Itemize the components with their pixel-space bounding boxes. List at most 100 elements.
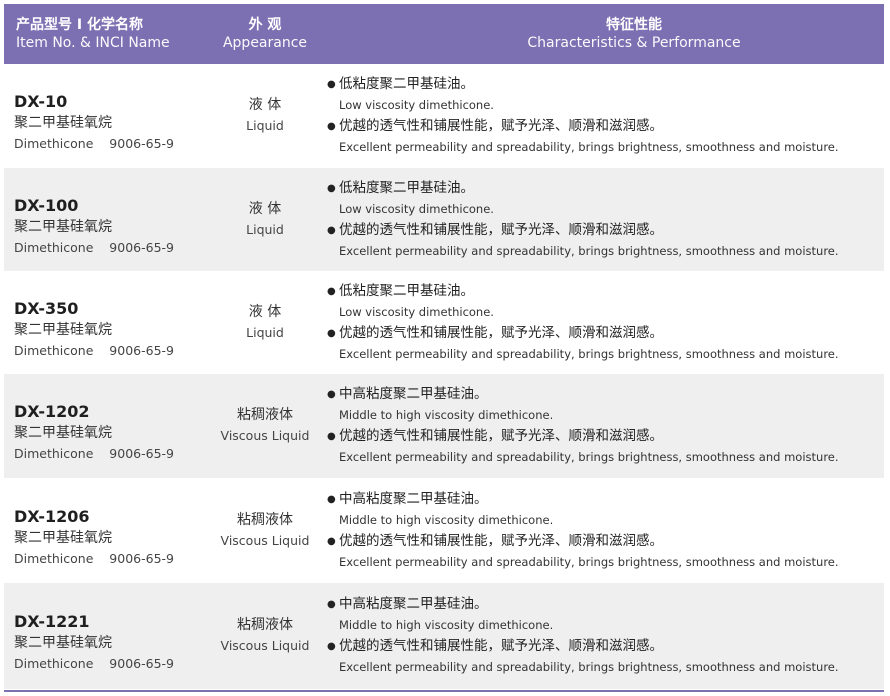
feature-line: Middle to high viscosity dimethicone. xyxy=(327,616,879,637)
characteristics-cell: ● 低粘度聚二甲基硅油。 Low viscosity dimethicone. … xyxy=(327,179,879,263)
bullet-icon: ● xyxy=(327,182,336,194)
feature-line: Excellent permeability and spreadability… xyxy=(327,553,879,574)
inci-name-cas: Dimethicone 9006-65-9 xyxy=(14,656,174,671)
feature-line: Low viscosity dimethicone. xyxy=(327,303,879,324)
product-code: DX-350 xyxy=(14,298,79,318)
feature-1-zh: 中高粘度聚二甲基硅油。 xyxy=(339,386,488,402)
appearance-en: Viscous Liquid xyxy=(220,532,310,548)
feature-1-zh: 中高粘度聚二甲基硅油。 xyxy=(339,596,488,612)
appearance-en: Liquid xyxy=(246,221,284,237)
feature-2-en: Excellent permeability and spreadability… xyxy=(339,243,839,258)
feature-line: ● 优越的透气性和铺展性能，赋予光泽、顺滑和滋润感。 xyxy=(327,324,879,345)
feature-1-zh: 低粘度聚二甲基硅油。 xyxy=(339,282,474,299)
feature-1-zh: 低粘度聚二甲基硅油。 xyxy=(339,179,474,196)
table-row: DX-350 聚二甲基硅氧烷 Dimethicone 9006-65-9 液 体… xyxy=(4,271,884,374)
feature-line: ● 低粘度聚二甲基硅油。 xyxy=(327,179,879,200)
header-characteristics-zh: 特征性能 xyxy=(606,17,662,33)
table-header: 产品型号 I 化学名称 Item No. & INCI Name 外 观 App… xyxy=(4,4,884,64)
appearance-cell: 粘稠液体 Viscous Liquid xyxy=(210,511,320,549)
feature-line: ● 优越的透气性和铺展性能，赋予光泽、顺滑和滋润感。 xyxy=(327,532,879,553)
chemical-name-zh: 聚二甲基硅氧烷 xyxy=(14,425,112,441)
product-code: DX-10 xyxy=(14,92,68,111)
feature-2-en: Excellent permeability and spreadability… xyxy=(339,346,839,361)
feature-line: Middle to high viscosity dimethicone. xyxy=(327,511,879,532)
header-item-name: 产品型号 I 化学名称 Item No. & INCI Name xyxy=(16,16,170,52)
feature-line: ● 优越的透气性和铺展性能，赋予光泽、顺滑和滋润感。 xyxy=(327,221,879,242)
feature-2-en: Excellent permeability and spreadability… xyxy=(339,660,839,674)
product-code: DX-1202 xyxy=(14,402,90,421)
appearance-en: Liquid xyxy=(246,324,284,340)
table-row: DX-10 聚二甲基硅氧烷 Dimethicone 9006-65-9 液 体 … xyxy=(4,64,884,168)
bullet-icon: ● xyxy=(327,121,336,132)
bullet-icon: ● xyxy=(327,327,336,339)
appearance-zh: 液 体 xyxy=(248,97,282,113)
feature-line: Excellent permeability and spreadability… xyxy=(327,242,879,263)
feature-2-en: Excellent permeability and spreadability… xyxy=(339,554,839,569)
characteristics-cell: ● 低粘度聚二甲基硅油。 Low viscosity dimethicone. … xyxy=(327,282,879,366)
appearance-en: Viscous Liquid xyxy=(220,428,310,443)
feature-2-zh: 优越的透气性和铺展性能，赋予光泽、顺滑和滋润感。 xyxy=(339,118,663,134)
feature-2-zh: 优越的透气性和铺展性能，赋予光泽、顺滑和滋润感。 xyxy=(339,221,663,238)
bullet-icon: ● xyxy=(327,431,336,442)
appearance-zh: 粘稠液体 xyxy=(237,407,293,423)
feature-2-zh: 优越的透气性和铺展性能，赋予光泽、顺滑和滋润感。 xyxy=(339,428,663,444)
feature-2-zh: 优越的透气性和铺展性能，赋予光泽、顺滑和滋润感。 xyxy=(339,324,663,341)
table-bottom-rule xyxy=(4,690,884,692)
feature-line: ● 中高粘度聚二甲基硅油。 xyxy=(327,385,879,406)
chemical-name-zh: 聚二甲基硅氧烷 xyxy=(14,115,112,131)
appearance-cell: 粘稠液体 Viscous Liquid xyxy=(210,406,320,444)
inci-name-cas: Dimethicone 9006-65-9 xyxy=(14,239,174,255)
feature-2-zh: 优越的透气性和铺展性能，赋予光泽、顺滑和滋润感。 xyxy=(339,532,663,549)
header-characteristics-en: Characteristics & Performance xyxy=(527,35,741,51)
product-code: DX-1206 xyxy=(14,506,90,526)
feature-line: Excellent permeability and spreadability… xyxy=(327,448,879,469)
bullet-icon: ● xyxy=(327,285,336,297)
appearance-en: Viscous Liquid xyxy=(220,638,310,653)
header-appearance-en: Appearance xyxy=(222,35,308,51)
chemical-name-zh: 聚二甲基硅氧烷 xyxy=(14,321,112,338)
feature-line: ● 中高粘度聚二甲基硅油。 xyxy=(327,490,879,511)
appearance-zh: 粘稠液体 xyxy=(237,617,293,633)
feature-line: Middle to high viscosity dimethicone. xyxy=(327,406,879,427)
feature-line: Excellent permeability and spreadability… xyxy=(327,658,879,679)
appearance-zh: 液 体 xyxy=(248,303,282,320)
bullet-icon: ● xyxy=(327,599,336,610)
bullet-icon: ● xyxy=(327,224,336,236)
feature-line: ● 低粘度聚二甲基硅油。 xyxy=(327,75,879,96)
characteristics-cell: ● 低粘度聚二甲基硅油。 Low viscosity dimethicone. … xyxy=(327,75,879,159)
feature-2-zh: 优越的透气性和铺展性能，赋予光泽、顺滑和滋润感。 xyxy=(339,638,663,654)
appearance-cell: 液 体 Liquid xyxy=(210,96,320,134)
header-appearance-zh: 外 观 xyxy=(248,17,282,33)
feature-2-en: Excellent permeability and spreadability… xyxy=(339,450,839,464)
feature-line: ● 优越的透气性和铺展性能，赋予光泽、顺滑和滋润感。 xyxy=(327,637,879,658)
table-row: DX-1221 聚二甲基硅氧烷 Dimethicone 9006-65-9 粘稠… xyxy=(4,583,884,689)
feature-1-en: Middle to high viscosity dimethicone. xyxy=(339,512,554,527)
feature-1-en: Middle to high viscosity dimethicone. xyxy=(339,618,554,632)
feature-line: Low viscosity dimethicone. xyxy=(327,200,879,221)
product-table: 产品型号 I 化学名称 Item No. & INCI Name 外 观 App… xyxy=(0,0,890,696)
feature-line: ● 低粘度聚二甲基硅油。 xyxy=(327,282,879,303)
feature-line: Excellent permeability and spreadability… xyxy=(327,345,879,366)
product-code: DX-1221 xyxy=(14,612,90,631)
feature-line: Excellent permeability and spreadability… xyxy=(327,138,879,159)
header-appearance: 外 观 Appearance xyxy=(210,16,320,52)
product-code: DX-100 xyxy=(14,195,79,215)
bullet-icon: ● xyxy=(327,389,336,400)
appearance-cell: 粘稠液体 Viscous Liquid xyxy=(210,616,320,654)
table-row: DX-100 聚二甲基硅氧烷 Dimethicone 9006-65-9 液 体… xyxy=(4,168,884,271)
table-row: DX-1206 聚二甲基硅氧烷 Dimethicone 9006-65-9 粘稠… xyxy=(4,478,884,583)
feature-1-en: Low viscosity dimethicone. xyxy=(339,304,494,319)
feature-1-en: Low viscosity dimethicone. xyxy=(339,98,494,112)
bullet-icon: ● xyxy=(327,641,336,652)
feature-1-en: Low viscosity dimethicone. xyxy=(339,201,494,216)
chemical-name-zh: 聚二甲基硅氧烷 xyxy=(14,635,112,651)
feature-1-zh: 中高粘度聚二甲基硅油。 xyxy=(339,490,488,507)
appearance-zh: 粘稠液体 xyxy=(237,511,293,528)
feature-1-zh: 低粘度聚二甲基硅油。 xyxy=(339,76,474,92)
appearance-zh: 液 体 xyxy=(248,200,282,217)
bullet-icon: ● xyxy=(327,493,336,505)
header-characteristics: 特征性能 Characteristics & Performance xyxy=(434,16,834,52)
feature-2-en: Excellent permeability and spreadability… xyxy=(339,140,839,154)
characteristics-cell: ● 中高粘度聚二甲基硅油。 Middle to high viscosity d… xyxy=(327,595,879,679)
characteristics-cell: ● 中高粘度聚二甲基硅油。 Middle to high viscosity d… xyxy=(327,490,879,574)
